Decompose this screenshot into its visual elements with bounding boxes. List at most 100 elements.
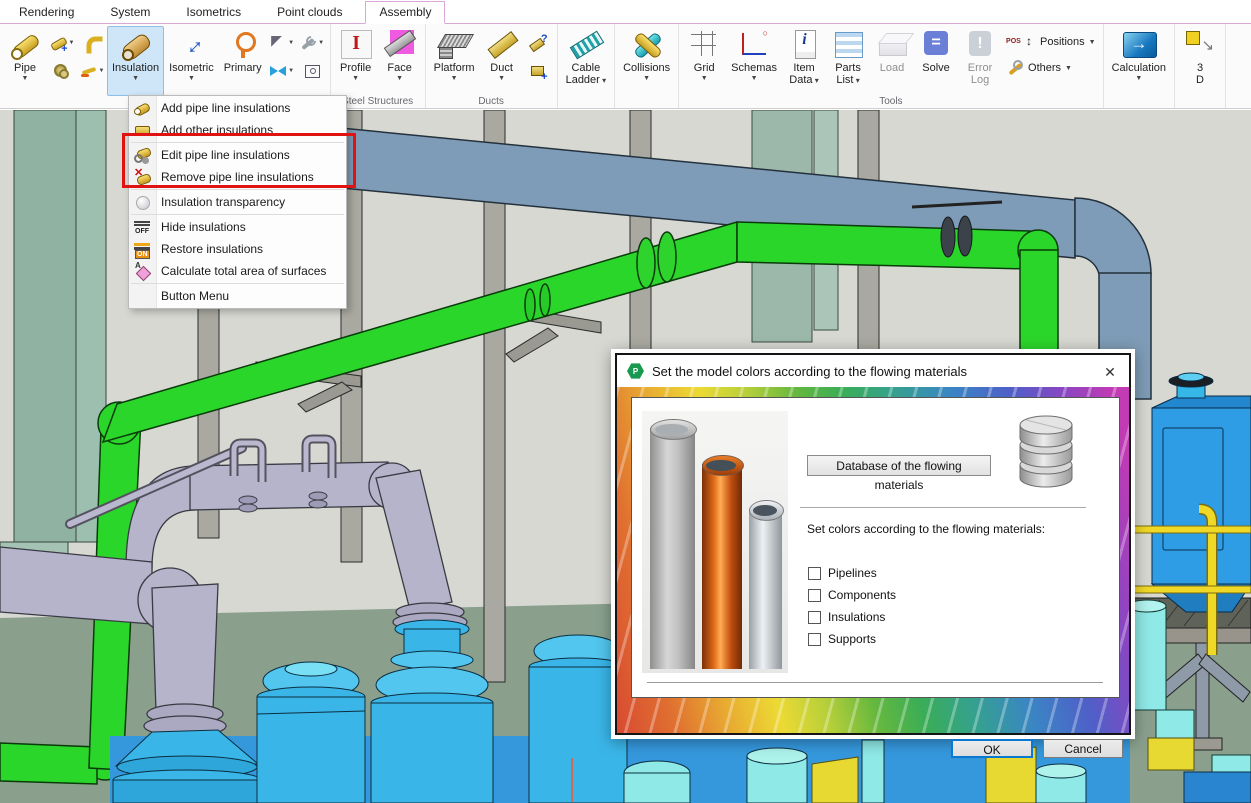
menu-item-label: Restore insulations — [161, 242, 263, 256]
ribbon-button-duct-help[interactable] — [525, 31, 553, 54]
checkbox-row-pipelines: Pipelines — [808, 566, 877, 580]
ribbon-button-insulation[interactable]: Insulation▼ — [107, 26, 164, 96]
button-label: Positions — [1040, 36, 1085, 48]
ribbon-tab-isometrics[interactable]: Isometrics — [173, 2, 254, 23]
area-icon — [134, 263, 151, 279]
checkbox-supports[interactable] — [808, 633, 821, 646]
ribbon-button-grid[interactable]: Grid▼ — [682, 26, 726, 96]
ribbon-button-isometric[interactable]: Isometric▼ — [164, 26, 219, 96]
ribbon-button-schemas[interactable]: Schemas▼ — [726, 26, 782, 96]
cancel-button[interactable]: Cancel — [1043, 739, 1123, 758]
menu-item-button-menu[interactable]: Button Menu — [129, 285, 346, 307]
duct-icon — [485, 29, 519, 61]
ribbon-button-duct-add[interactable] — [525, 59, 553, 82]
button-label: Calculation — [1112, 62, 1166, 74]
ribbon-button-wrench[interactable]: ▼ — [298, 31, 326, 54]
cable-ladder-icon — [569, 29, 603, 61]
ribbon-button-others[interactable]: Others▼ — [1003, 58, 1099, 78]
checkbox-pipelines[interactable] — [808, 567, 821, 580]
button-label: Solve — [922, 62, 950, 74]
elbow-icon — [83, 34, 101, 52]
plant-app-icon: P — [627, 363, 644, 380]
ribbon-group-unlabeled: Calculation▼ — [1104, 24, 1175, 108]
button-label: Collisions — [623, 62, 670, 74]
database-button[interactable]: Database of the flowing materials — [807, 455, 991, 476]
primary-icon — [226, 29, 260, 61]
button-label: Profile — [340, 62, 371, 74]
pipe-add-icon — [50, 34, 68, 52]
ribbon-button-profile[interactable]: Profile▼ — [334, 26, 378, 96]
ribbon-button-collisions[interactable]: Collisions▼ — [618, 26, 675, 96]
remove-insul-icon — [134, 169, 151, 185]
database-icon — [1006, 409, 1086, 495]
separator — [647, 682, 1103, 683]
menu-item-remove-pipe-line-insulations[interactable]: Remove pipe line insulations — [129, 166, 346, 188]
checkbox-components[interactable] — [808, 589, 821, 602]
ok-button[interactable]: OK — [951, 739, 1033, 758]
ribbon-button-calculation[interactable]: Calculation▼ — [1107, 26, 1171, 96]
platform-icon — [437, 29, 471, 61]
solve-icon — [919, 29, 953, 61]
ribbon-button-face[interactable]: Face▼ — [378, 26, 422, 96]
wall-panel — [14, 110, 76, 542]
flowing-materials-dialog: P Set the model colors according to the … — [611, 349, 1135, 739]
ribbon-button-frame[interactable] — [298, 59, 326, 82]
ribbon-button-slope[interactable]: ▼ — [78, 59, 106, 82]
ribbon-tab-system[interactable]: System — [97, 2, 163, 23]
edit-insul-icon — [134, 147, 151, 163]
ribbon-button-3-d[interactable]: 3 D — [1178, 26, 1222, 96]
ribbon-tab-rendering[interactable]: Rendering — [6, 2, 87, 23]
ribbon-button-pipe[interactable]: Pipe▼ — [3, 26, 47, 96]
ribbon-button-elbow[interactable] — [78, 31, 106, 54]
menu-item-restore-insulations[interactable]: Restore insulations — [129, 238, 346, 260]
restore-icon — [134, 241, 151, 257]
menu-item-label: Remove pipe line insulations — [161, 170, 314, 184]
ribbon-tab-assembly[interactable]: Assembly — [365, 1, 445, 24]
button-label: Cable Ladder ▾ — [566, 62, 607, 87]
button-label: Grid — [694, 62, 715, 74]
menu-item-hide-insulations[interactable]: Hide insulations — [129, 216, 346, 238]
menu-item-add-other-insulations[interactable]: Add other insulations — [129, 119, 346, 141]
dialog-title-bar[interactable]: P Set the model colors according to the … — [617, 355, 1129, 387]
menu-item-edit-pipe-line-insulations[interactable]: Edit pipe line insulations — [129, 144, 346, 166]
flange-icon — [53, 62, 71, 80]
button-label: Item Data ▾ — [789, 62, 819, 87]
ribbon-button-cable-ladder[interactable]: Cable Ladder ▾ — [561, 26, 612, 96]
ribbon-button-item-data[interactable]: Item Data ▾ — [782, 26, 826, 96]
group-label: Tools — [679, 96, 1102, 107]
menu-divider — [131, 142, 344, 143]
ribbon-button-platform[interactable]: Platform▼ — [429, 26, 480, 96]
close-icon[interactable]: ✕ — [1097, 362, 1123, 382]
hide-icon — [134, 219, 151, 235]
group-label: Ducts — [426, 96, 557, 107]
ribbon-button-positions[interactable]: Positions▼ — [1003, 32, 1099, 52]
menu-item-label: Hide insulations — [161, 220, 246, 234]
ribbon-button-duct[interactable]: Duct▼ — [480, 26, 524, 96]
insulation-dropdown-menu: Add pipe line insulationsAdd other insul… — [128, 95, 347, 309]
ribbon-button-valve3[interactable]: ▼ — [268, 59, 296, 82]
ribbon-button-pipe-add[interactable]: ▼ — [48, 31, 76, 54]
menu-divider — [131, 283, 344, 284]
ribbon-button-primary[interactable]: Primary — [219, 26, 267, 96]
menu-item-insulation-transparency[interactable]: Insulation transparency — [129, 191, 346, 213]
error-log-icon — [963, 29, 997, 61]
ribbon-button-solve[interactable]: Solve — [914, 26, 958, 96]
button-label: Insulation — [112, 62, 159, 74]
ribbon-button-flange[interactable] — [48, 59, 76, 82]
ribbon-button-load[interactable]: Load — [870, 26, 914, 96]
ribbon-button-parts-list[interactable]: Parts List ▾ — [826, 26, 870, 96]
menu-item-calculate-total-area-of-surfaces[interactable]: Calculate total area of surfaces — [129, 260, 346, 282]
ribbon-group-unlabeled: 3 D — [1175, 24, 1226, 108]
ribbon-tab-point-clouds[interactable]: Point clouds — [264, 2, 355, 23]
pipes-illustration — [642, 411, 788, 673]
ribbon-button-support[interactable]: ▼ — [268, 31, 296, 54]
button-label: Others — [1028, 62, 1061, 74]
pipe-icon — [8, 29, 42, 61]
ribbon-group-unlabeled: Collisions▼ — [615, 24, 679, 108]
checkbox-insulations[interactable] — [808, 611, 821, 624]
copper-pipe-image — [702, 464, 742, 669]
menu-item-add-pipe-line-insulations[interactable]: Add pipe line insulations — [129, 97, 346, 119]
calculation-icon — [1122, 29, 1156, 61]
ribbon-button-error-log[interactable]: Error Log — [958, 26, 1002, 96]
section-label: Set colors according to the flowing mate… — [807, 522, 1045, 536]
